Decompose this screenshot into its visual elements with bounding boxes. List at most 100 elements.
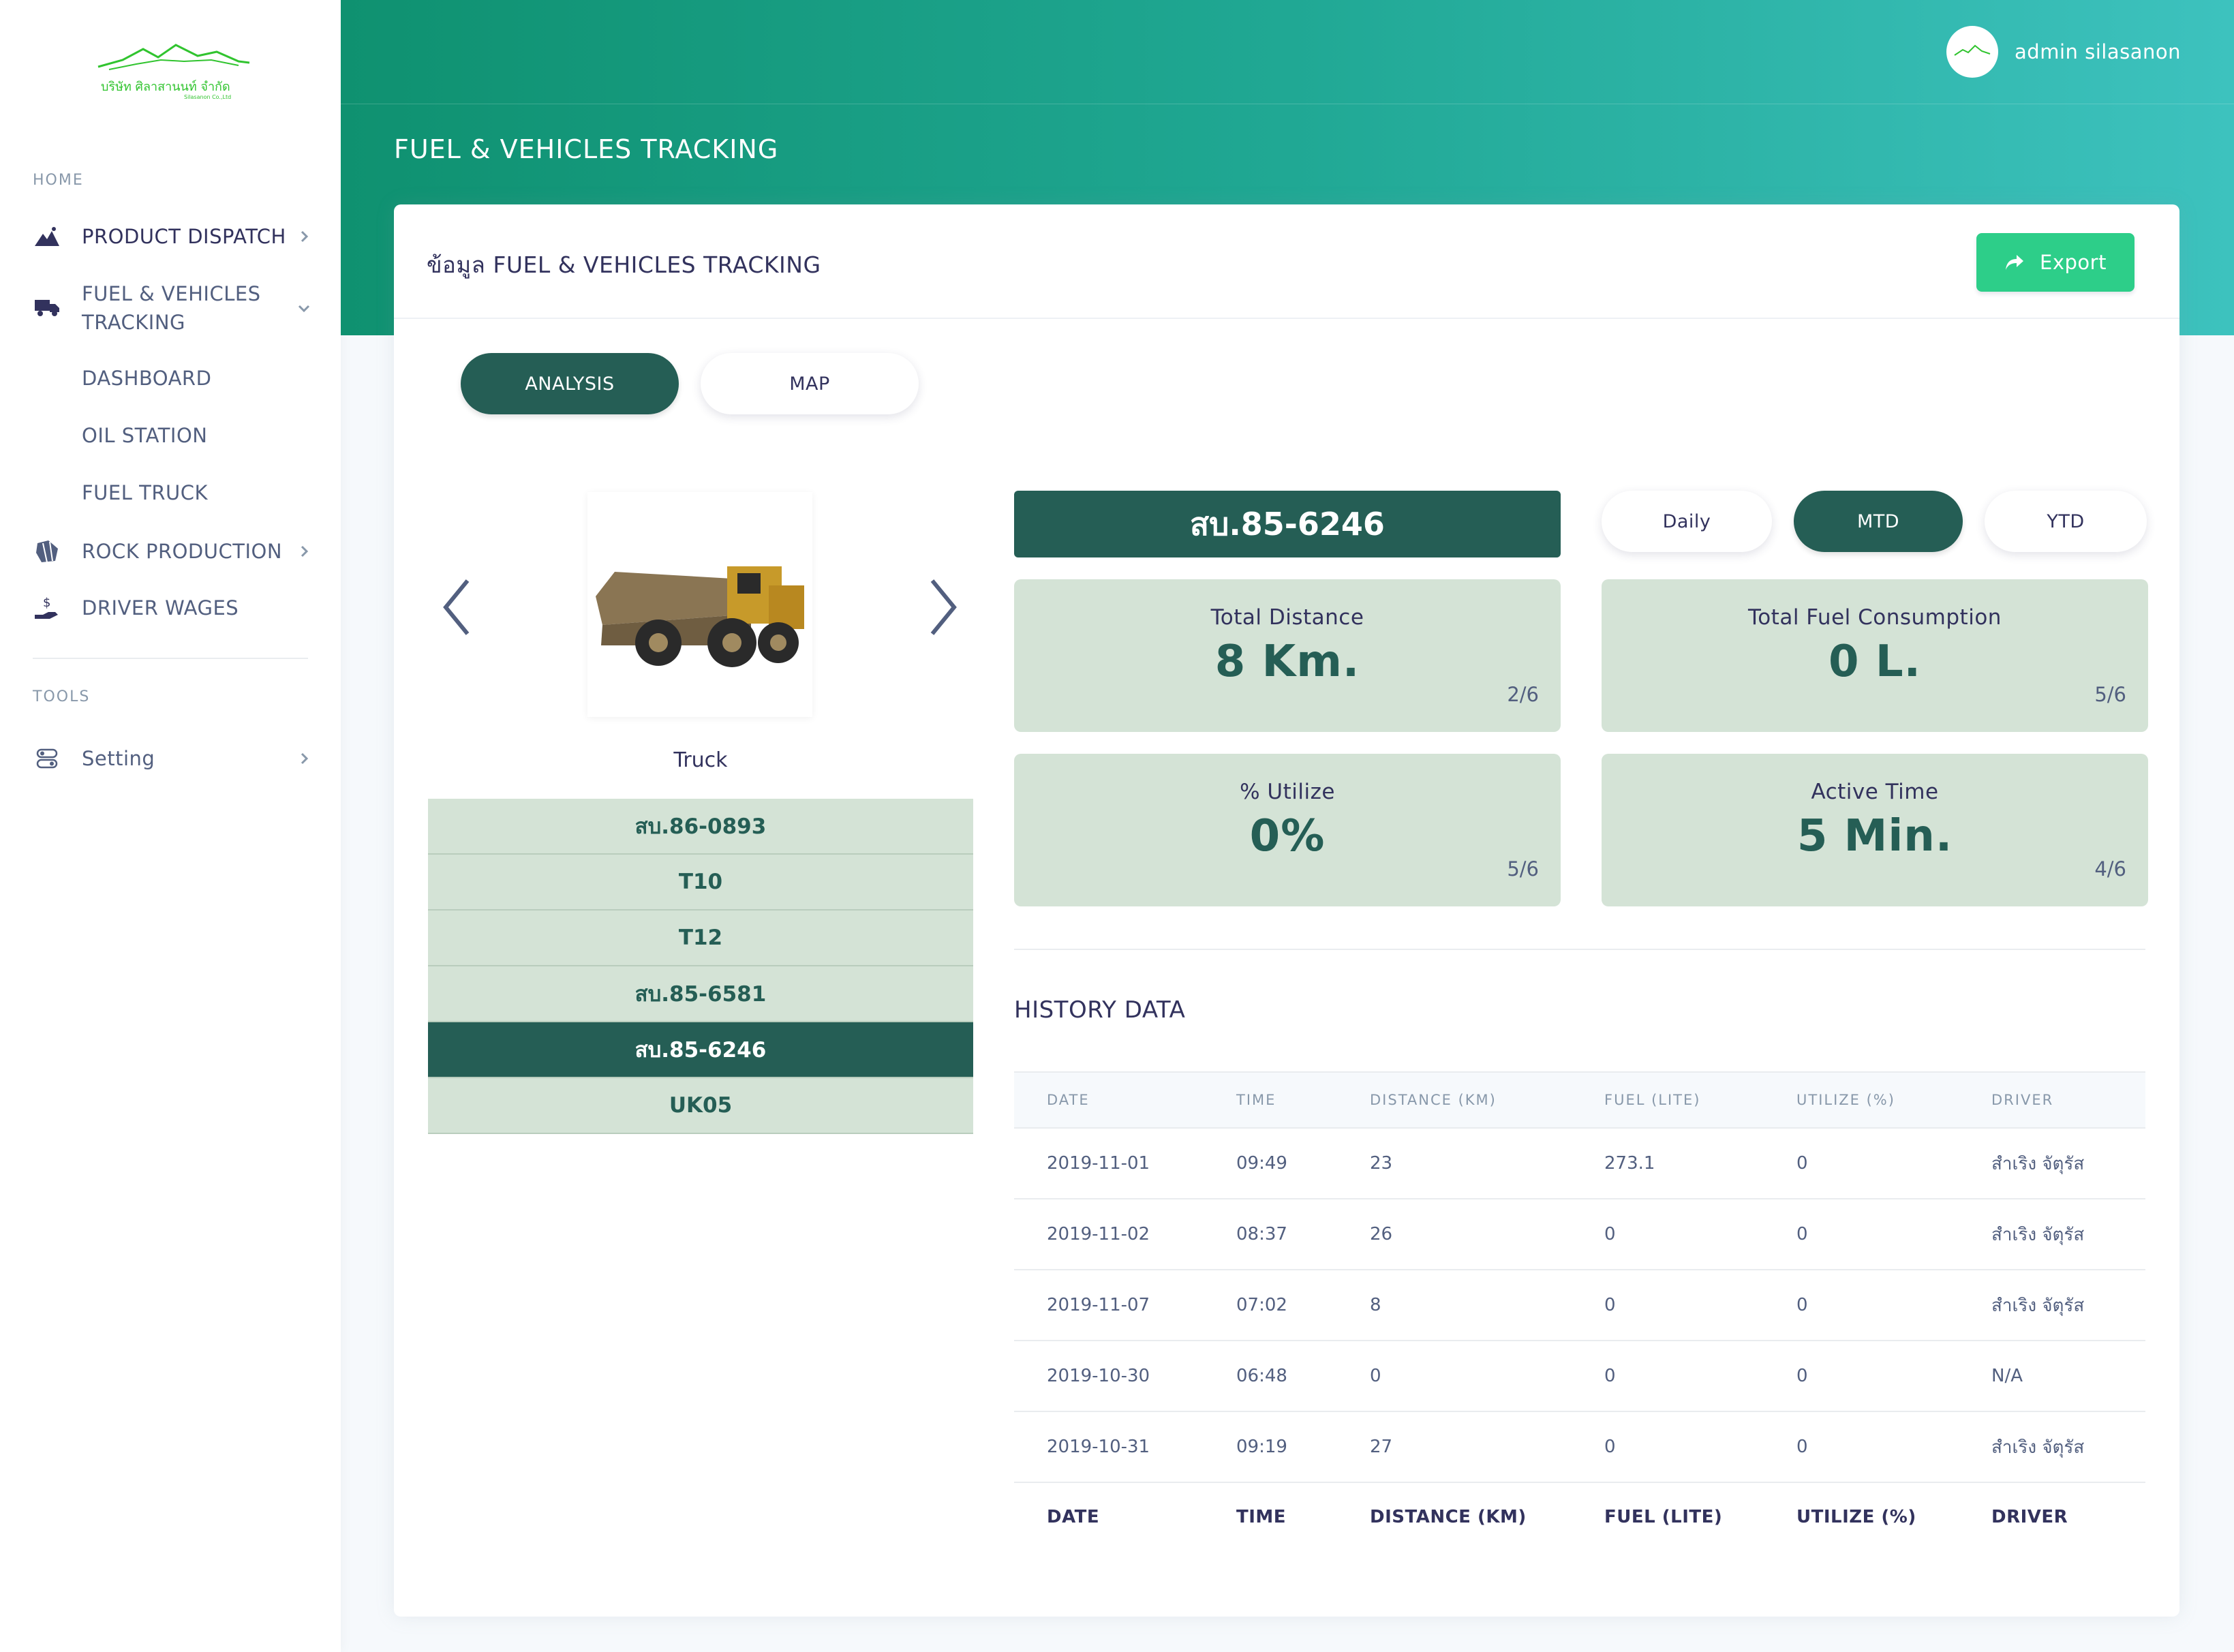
cell-time: 09:19 (1204, 1411, 1337, 1483)
cell-utilize: 0 (1764, 1411, 1959, 1483)
stat-card-active-time: Active Time 5 Min. 4/6 (1602, 754, 2148, 906)
table-row: 2019-11-02 08:37 26 0 0 สำเริง จัตุรัส (1014, 1199, 2145, 1270)
footer-utilize: UTILIZE (%) (1796, 1506, 1916, 1527)
cell-fuel: 273.1 (1572, 1128, 1764, 1199)
column-header-distance[interactable]: DISTANCE (KM) (1337, 1071, 1572, 1129)
stat-ratio: 5/6 (2094, 683, 2126, 706)
mountain-logo-icon (97, 44, 250, 70)
user-name: admin silasanon (2015, 40, 2181, 63)
sidebar-subitem-dashboard[interactable]: DASHBOARD (82, 367, 211, 390)
svg-text:$: $ (43, 596, 50, 610)
sidebar: บริษัท ศิลาสานนท์ จำกัด Silasanon Co.,Lt… (0, 0, 341, 1652)
stat-value: 0% (1249, 811, 1326, 861)
cell-date: 2019-10-30 (1014, 1341, 1204, 1412)
sidebar-item-label: DRIVER WAGES (82, 596, 239, 620)
cell-fuel: 0 (1572, 1199, 1764, 1270)
footer-time: TIME (1236, 1506, 1287, 1527)
sidebar-item-label: Setting (82, 747, 155, 770)
sidebar-subitem-oil-station[interactable]: OIL STATION (82, 424, 208, 447)
cell-time: 06:48 (1204, 1341, 1337, 1412)
mountain-icon (33, 222, 61, 251)
dump-truck-icon (596, 566, 804, 667)
period-tab-daily[interactable]: Daily (1602, 491, 1772, 552)
stat-card-total-fuel: Total Fuel Consumption 0 L. 5/6 (1602, 579, 2148, 732)
hand-money-icon: $ (33, 594, 61, 622)
cell-distance: 27 (1337, 1411, 1572, 1483)
vehicle-type-label: Truck (673, 748, 728, 772)
cell-date: 2019-10-31 (1014, 1411, 1204, 1483)
sidebar-item-driver-wages[interactable]: $ DRIVER WAGES (33, 594, 312, 622)
stat-card-total-distance: Total Distance 8 Km. 2/6 (1014, 579, 1561, 732)
page-title: FUEL & VEHICLES TRACKING (394, 134, 779, 164)
column-header-utilize[interactable]: UTILIZE (%) (1764, 1071, 1959, 1129)
sidebar-divider (33, 658, 308, 659)
cell-date: 2019-11-02 (1014, 1199, 1204, 1270)
column-header-date[interactable]: DATE (1014, 1071, 1204, 1129)
vehicle-list: สบ.86-0893 T10 T12 สบ.85-6581 สบ.85-6246… (428, 799, 973, 1134)
selected-vehicle-plate: สบ.85-6246 (1014, 491, 1561, 557)
stat-card-utilize: % Utilize 0% 5/6 (1014, 754, 1561, 906)
tab-analysis[interactable]: ANALYSIS (461, 353, 679, 414)
cell-fuel: 0 (1572, 1270, 1764, 1341)
chevron-right-icon (301, 230, 309, 243)
period-tab-ytd[interactable]: YTD (1985, 491, 2147, 552)
stat-ratio: 4/6 (2094, 857, 2126, 881)
company-logo[interactable]: บริษัท ศิลาสานนท์ จำกัด Silasanon Co.,Lt… (95, 40, 252, 108)
table-footer-row: DATE TIME DISTANCE (KM) FUEL (LITE) UTIL… (1014, 1482, 2145, 1550)
cell-driver: สำเริง จัตุรัส (1959, 1270, 2145, 1341)
sidebar-subitem-fuel-truck[interactable]: FUEL TRUCK (82, 481, 208, 504)
history-table: DATE TIME DISTANCE (KM) FUEL (LITE) UTIL… (1014, 1071, 2145, 1550)
column-header-fuel[interactable]: FUEL (LITE) (1572, 1071, 1764, 1129)
column-header-time[interactable]: TIME (1204, 1071, 1337, 1129)
history-title: HISTORY DATA (1014, 996, 1186, 1024)
vehicle-list-item-selected[interactable]: สบ.85-6246 (428, 1022, 973, 1078)
sidebar-item-fuel-vehicles-tracking[interactable]: FUEL & VEHICLES TRACKING (33, 279, 312, 337)
cell-fuel: 0 (1572, 1411, 1764, 1483)
nav-heading-tools: TOOLS (33, 688, 91, 705)
cell-date: 2019-11-01 (1014, 1128, 1204, 1199)
logo-text: บริษัท ศิลาสานนท์ จำกัด (101, 80, 230, 94)
vehicle-list-item[interactable]: T10 (428, 855, 973, 911)
card-title: ข้อมูล FUEL & VEHICLES TRACKING (427, 251, 821, 278)
column-header-driver[interactable]: DRIVER (1959, 1071, 2145, 1129)
vehicle-list-item[interactable]: สบ.85-6581 (428, 966, 973, 1022)
cell-distance: 8 (1337, 1270, 1572, 1341)
chevron-right-icon (301, 752, 309, 765)
cell-time: 07:02 (1204, 1270, 1337, 1341)
previous-arrow-icon[interactable] (433, 570, 481, 645)
vehicle-list-item[interactable]: สบ.86-0893 (428, 799, 973, 855)
cell-driver: สำเริง จัตุรัส (1959, 1128, 2145, 1199)
share-arrow-icon (2006, 255, 2024, 270)
table-header-row: DATE TIME DISTANCE (KM) FUEL (LITE) UTIL… (1014, 1071, 2145, 1129)
cell-utilize: 0 (1764, 1199, 1959, 1270)
avatar (1946, 26, 1999, 78)
cell-distance: 26 (1337, 1199, 1572, 1270)
cell-date: 2019-11-07 (1014, 1270, 1204, 1341)
stat-ratio: 5/6 (1507, 857, 1539, 881)
nav-heading-home: HOME (33, 172, 84, 189)
vehicle-list-item[interactable]: UK05 (428, 1078, 973, 1134)
cell-driver: N/A (1959, 1341, 2145, 1412)
sidebar-item-product-dispatch[interactable]: PRODUCT DISPATCH (33, 222, 312, 251)
cell-utilize: 0 (1764, 1341, 1959, 1412)
vehicle-list-item[interactable]: T12 (428, 911, 973, 966)
sidebar-item-label: FUEL & VEHICLES TRACKING (82, 282, 261, 334)
sidebar-item-setting[interactable]: Setting (33, 744, 312, 773)
next-arrow-icon[interactable] (919, 570, 966, 645)
sidebar-item-rock-production[interactable]: ROCK PRODUCTION (33, 537, 312, 566)
table-row: 2019-11-07 07:02 8 0 0 สำเริง จัตุรัส (1014, 1270, 2145, 1341)
footer-fuel: FUEL (LITE) (1604, 1506, 1723, 1527)
footer-distance: DISTANCE (KM) (1370, 1506, 1527, 1527)
tab-map[interactable]: MAP (701, 353, 919, 414)
stat-label: Total Distance (1210, 605, 1364, 630)
card-header: ข้อมูล FUEL & VEHICLES TRACKING Export (394, 204, 2179, 319)
sidebar-item-label: ROCK PRODUCTION (82, 540, 283, 563)
export-label: Export (2040, 251, 2107, 274)
period-tab-mtd[interactable]: MTD (1794, 491, 1963, 552)
user-menu[interactable]: admin silasanon (1946, 26, 2181, 78)
cell-driver: สำเริง จัตุรัส (1959, 1411, 2145, 1483)
stat-value: 5 Min. (1796, 811, 1953, 861)
export-button[interactable]: Export (1976, 233, 2134, 292)
stat-ratio: 2/6 (1507, 683, 1539, 706)
cell-time: 08:37 (1204, 1199, 1337, 1270)
